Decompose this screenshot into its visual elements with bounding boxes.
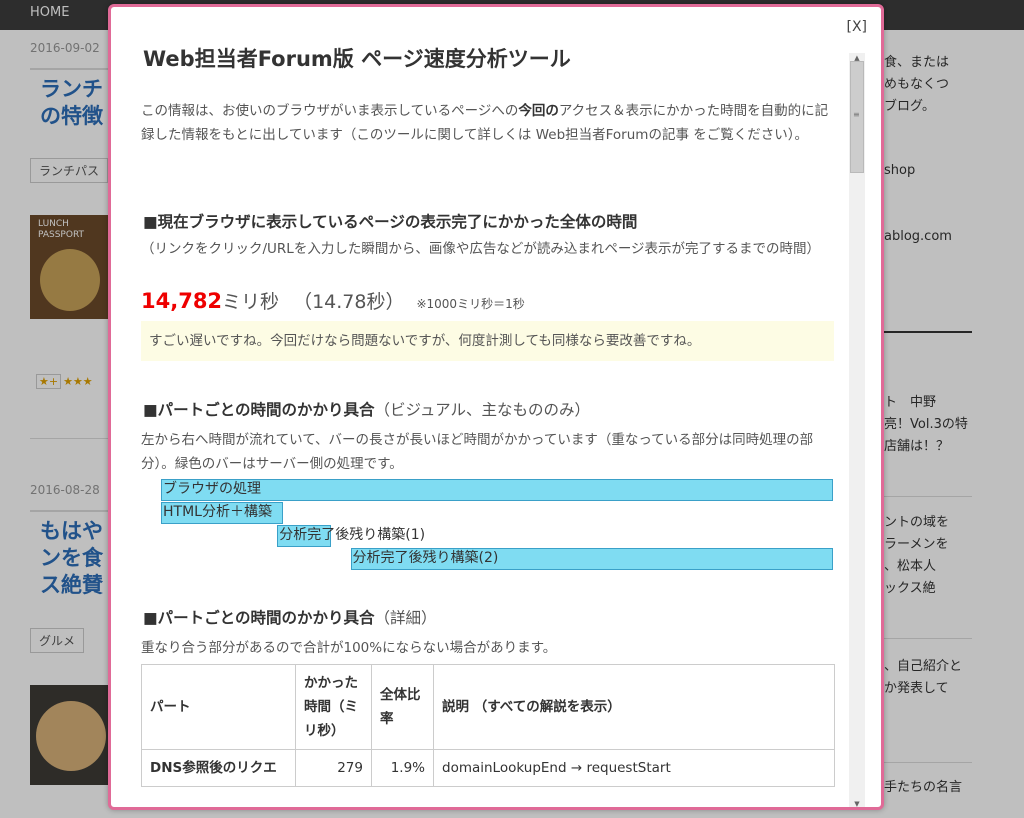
col-header-ratio: 全体比率 [371,664,434,750]
unit-note: ※1000ミリ秒＝1秒 [416,297,525,311]
timing-bar: ブラウザの処理 [161,479,833,501]
cell-part: DNS参照後のリクエ [141,749,296,787]
speed-comment: すごい遅いですね。今回だけなら問題ないですが、何度計測しても同様なら要改善ですね… [141,321,834,361]
section-desc-total: （リンクをクリック/URLを入力した瞬間から、画像や広告などが読み込まれページ表… [141,241,821,257]
timing-bar-fill [161,479,833,501]
scroll-down-arrow-icon[interactable]: ▼ [849,799,865,807]
timing-bar-label: 分析完了後残り構築(2) [352,550,499,566]
scroll-thumb[interactable]: ≡ [850,61,864,173]
col-header-ms: かかった時間（ミリ秒） [295,664,372,750]
section-heading-visual: ■パートごとの時間のかかり具合（ビジュアル、主なもののみ） [143,401,590,419]
section-desc-detail: 重なり合う部分があるので合計が100%にならない場合があります。 [141,640,557,656]
timing-bar: HTML分析＋構築 [161,502,283,524]
timing-bar: 分析完了後残り構築(2) [350,548,833,570]
modal-scrollbar[interactable]: ▲ ≡ ▼ [849,53,865,807]
timing-bar: 分析完了後残り構築(1) [277,525,425,547]
total-ms-unit: ミリ秒 [222,291,280,313]
section-heading-detail: ■パートごとの時間のかかり具合（詳細） [143,609,437,627]
col-header-part: パート [141,664,296,750]
table-header-row: パート かかった時間（ミリ秒） 全体比率 説明 （すべての解説を表示） [141,664,835,750]
section-heading-total: ■現在ブラウザに表示しているページの表示完了にかかった全体の時間 [143,213,638,231]
close-button[interactable]: [X] [846,19,867,35]
total-seconds: （14.78秒） [293,291,405,313]
cell-ms: 279 [295,749,372,787]
page-speed-modal: [X] ▲ ≡ ▼ Web担当者Forum版 ページ速度分析ツール この情報は、… [108,4,884,810]
modal-title: Web担当者Forum版 ページ速度分析ツール [143,47,571,71]
col-header-desc[interactable]: 説明 （すべての解説を表示） [433,664,835,750]
intro-text: この情報は、お使いのブラウザがいま表示しているページへの今回のアクセス＆表示にか… [141,103,829,143]
cell-ratio: 1.9% [371,749,434,787]
timing-bar-label: 分析完了後残り構築(1) [279,527,426,543]
timing-bar-label: HTML分析＋構築 [163,504,272,520]
timing-detail-table: パート かかった時間（ミリ秒） 全体比率 説明 （すべての解説を表示） DNS参… [141,664,835,787]
timing-bar-label: ブラウザの処理 [163,481,261,497]
section-desc-visual: 左から右へ時間が流れていて、バーの長さが長いほど時間がかかっています（重なってい… [141,432,814,472]
grip-icon: ≡ [853,110,860,119]
total-ms-value: 14,782 [141,289,223,313]
total-time: 14,782ミリ秒 （14.78秒） ※1000ミリ秒＝1秒 [141,287,525,314]
table-row: DNS参照後のリクエ 279 1.9% domainLookupEnd → re… [141,749,835,787]
cell-desc: domainLookupEnd → requestStart [433,749,835,787]
